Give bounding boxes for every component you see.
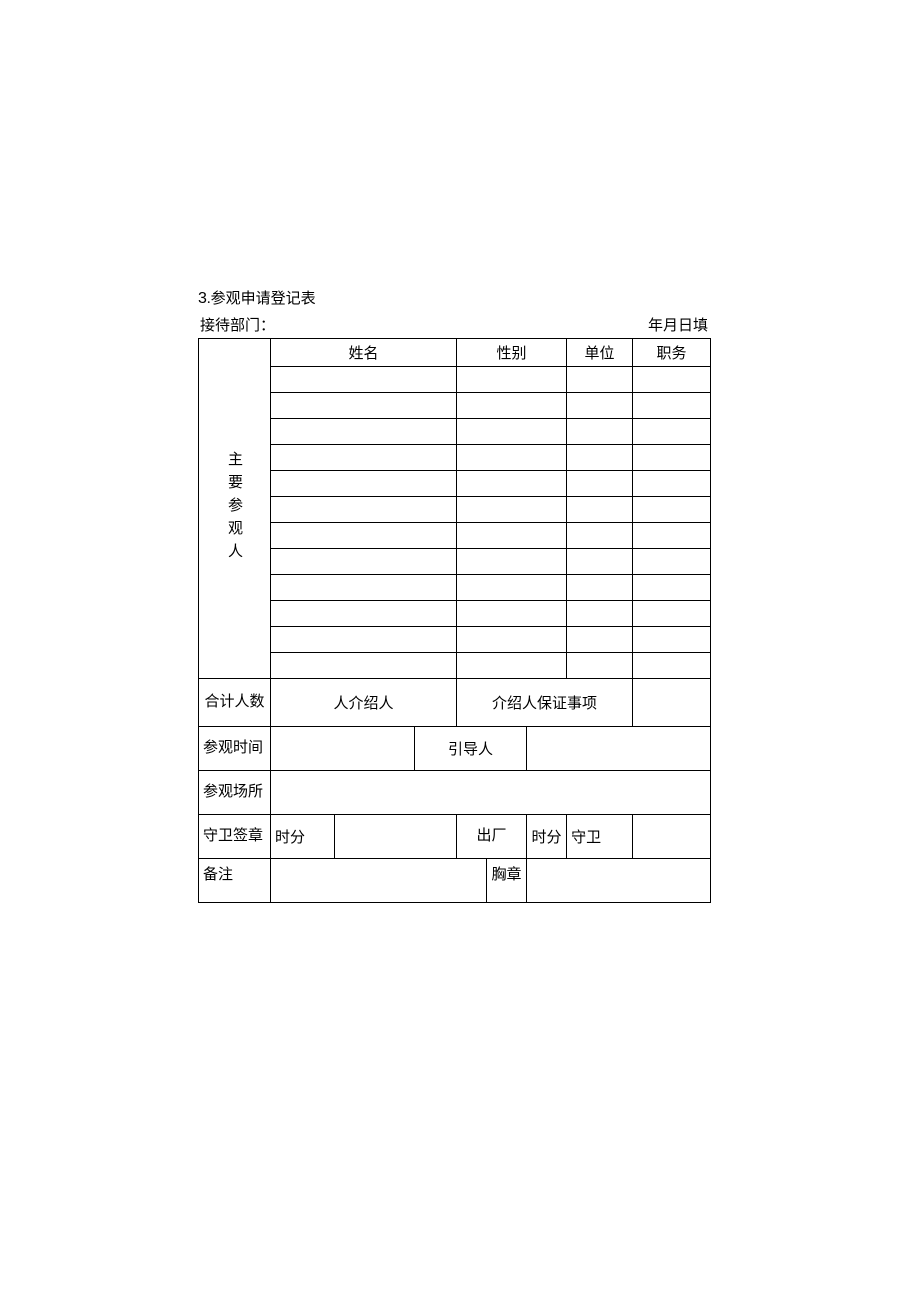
- table-row: [199, 497, 711, 523]
- table-row: [199, 523, 711, 549]
- exit-hm-label: 时分: [527, 815, 567, 859]
- badge-label: 胸章: [487, 859, 527, 903]
- visit-time-cell: [271, 727, 415, 771]
- visit-place-cell: [271, 771, 711, 815]
- table-row: [199, 601, 711, 627]
- visit-place-row: 参观场所: [199, 771, 711, 815]
- col-unit: 单位: [567, 339, 633, 367]
- guard-sign-cell1: [335, 815, 457, 859]
- title-text: 参观申请登记表: [211, 291, 316, 307]
- remark-cell: [271, 859, 487, 903]
- guard-cell: [633, 815, 711, 859]
- introducer-label: 人介绍人: [271, 679, 457, 727]
- guarantee-cell: [633, 679, 711, 727]
- badge-cell: [527, 859, 711, 903]
- col-position: 职务: [633, 339, 711, 367]
- table-row: [199, 445, 711, 471]
- table-row: [199, 367, 711, 393]
- table-row: [199, 627, 711, 653]
- table-row: [199, 575, 711, 601]
- col-name: 姓名: [271, 339, 457, 367]
- form-title: 3.参观申请登记表: [198, 287, 710, 308]
- visitor-form-table: 主要参观人 姓名 性别 单位 职务 合计人数 人介绍人 介绍人保证事项 参观时间: [198, 338, 711, 903]
- time-hm-label: 时分: [271, 815, 335, 859]
- total-row: 合计人数 人介绍人 介绍人保证事项: [199, 679, 711, 727]
- guarantee-label: 介绍人保证事项: [457, 679, 633, 727]
- main-visitor-label: 主要参观人: [199, 339, 271, 679]
- exit-label: 出厂: [457, 815, 527, 859]
- total-people-label: 合计人数: [199, 679, 271, 727]
- visit-place-label: 参观场所: [199, 771, 271, 815]
- guard-sign-label: 守卫签章: [199, 815, 271, 859]
- guard-label: 守卫: [567, 815, 633, 859]
- title-number: 3: [198, 290, 207, 307]
- col-gender: 性别: [457, 339, 567, 367]
- dept-label: 接待部门：: [200, 314, 275, 335]
- table-row: [199, 549, 711, 575]
- guard-sign-row: 守卫签章 时分 出厂 时分 守卫: [199, 815, 711, 859]
- table-header-row: 主要参观人 姓名 性别 单位 职务: [199, 339, 711, 367]
- table-row: [199, 471, 711, 497]
- header-line: 接待部门： 年月日填: [198, 314, 710, 335]
- date-label: 年月日填: [648, 314, 708, 335]
- guide-cell: [527, 727, 711, 771]
- visit-time-label: 参观时间: [199, 727, 271, 771]
- remark-label: 备注: [199, 859, 271, 903]
- remark-row: 备注 胸章: [199, 859, 711, 903]
- table-row: [199, 393, 711, 419]
- table-row: [199, 419, 711, 445]
- table-row: [199, 653, 711, 679]
- guide-label: 引导人: [415, 727, 527, 771]
- visit-time-row: 参观时间 引导人: [199, 727, 711, 771]
